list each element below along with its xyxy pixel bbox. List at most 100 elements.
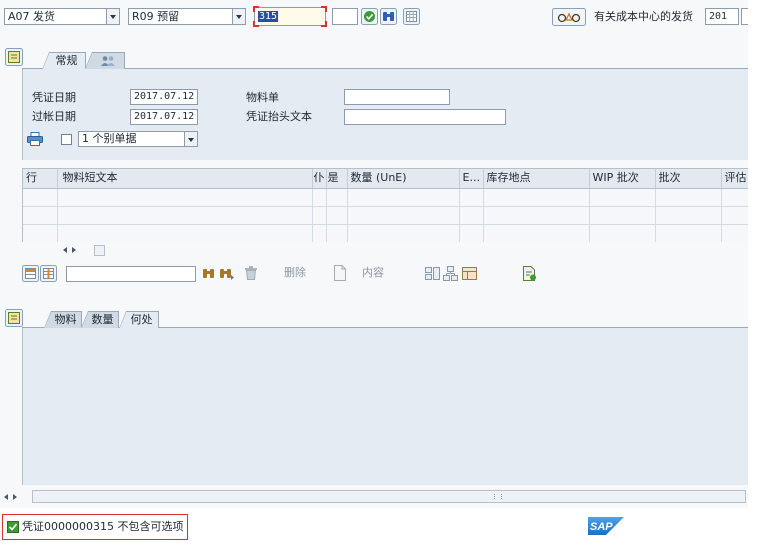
material-slip-label: 物料单 (246, 91, 279, 104)
column-header[interactable]: 评估 (721, 169, 748, 189)
table-cell[interactable] (312, 206, 327, 225)
detail-toggle-icon[interactable] (5, 309, 23, 327)
table-cell[interactable] (312, 188, 327, 207)
material-slip-input[interactable] (344, 89, 450, 105)
table-cell[interactable] (459, 206, 484, 225)
reference-select[interactable]: R09 预留 (128, 8, 246, 25)
table-cell[interactable] (326, 188, 348, 207)
table-cell[interactable] (57, 224, 313, 242)
hierarchy-icon[interactable] (442, 265, 459, 282)
table-cell[interactable] (655, 224, 722, 242)
table-cell[interactable] (459, 188, 484, 207)
select-all-icon[interactable] (22, 265, 39, 282)
status-message[interactable]: 凭证0000000315 不包含可选项 (2, 514, 188, 540)
table-cell[interactable] (57, 188, 313, 207)
overview-toggle-icon[interactable] (5, 48, 23, 66)
tab-general[interactable]: 常规 (42, 52, 86, 70)
next-field-edge[interactable] (741, 8, 748, 25)
column-header[interactable]: 行 (23, 169, 58, 189)
column-scroll-box[interactable] (94, 245, 105, 256)
scroll-left-icon[interactable] (63, 247, 67, 253)
display-glasses-icon[interactable] (552, 8, 586, 26)
success-check-icon (7, 521, 19, 533)
table-cell[interactable] (589, 188, 656, 207)
find-next-icon[interactable] (218, 265, 235, 282)
scroll-left-icon[interactable] (4, 494, 8, 500)
posting-date-input[interactable]: 2017.07.12 (130, 109, 198, 125)
table-cell[interactable] (655, 188, 722, 207)
tab-where[interactable]: 何处 (119, 311, 159, 329)
document-check-icon[interactable] (521, 265, 538, 282)
column-header[interactable]: 数量 (UnE) (347, 169, 460, 189)
print-checkbox[interactable] (61, 134, 72, 145)
table-cell[interactable] (326, 224, 348, 242)
doc-date-input[interactable]: 2017.07.12 (130, 89, 198, 105)
table-cell[interactable] (459, 224, 484, 242)
table-cell[interactable] (347, 224, 460, 242)
scroll-right-icon[interactable] (13, 494, 17, 500)
table-row[interactable] (23, 188, 748, 207)
reference-select-value: R09 预留 (132, 10, 180, 23)
table-cell[interactable] (312, 224, 327, 242)
column-header[interactable]: 是 (326, 169, 348, 189)
printer-icon[interactable] (27, 132, 43, 146)
movement-type-input[interactable]: 315 (253, 6, 327, 27)
scroll-right-icon[interactable] (72, 247, 76, 253)
table-cell[interactable] (655, 206, 722, 225)
table-cell[interactable] (483, 224, 590, 242)
chevron-down-icon[interactable] (232, 9, 245, 24)
table-header-row: 行物料短文本仆是数量 (UnE) E... 库存地点 WIP 批次 批次 评估 (23, 169, 748, 189)
table-cell[interactable] (483, 206, 590, 225)
doc-date-label: 凭证日期 (32, 91, 76, 104)
table-row[interactable] (23, 224, 748, 242)
layout-icon[interactable] (461, 265, 478, 282)
cost-center-input[interactable]: 201 (705, 8, 739, 25)
focus-corner (321, 21, 327, 27)
status-message-text: 凭证0000000315 不包含可选项 (22, 520, 184, 533)
table-row[interactable] (23, 206, 748, 225)
document-icon (334, 265, 346, 281)
binoculars-icon[interactable] (380, 8, 397, 25)
table-cell[interactable] (721, 224, 748, 242)
header-text-input[interactable] (344, 109, 506, 125)
table-cell[interactable] (347, 188, 460, 207)
deselect-all-icon[interactable] (40, 265, 57, 282)
content-button[interactable]: 内容 (331, 264, 411, 282)
table-cell[interactable] (589, 206, 656, 225)
column-header[interactable]: WIP 批次 (589, 169, 656, 189)
execute-check-icon[interactable] (361, 8, 378, 25)
table-cell[interactable] (57, 206, 313, 225)
table-cell[interactable] (721, 188, 748, 207)
table-cell[interactable] (589, 224, 656, 242)
horizontal-scrollbar[interactable] (32, 490, 746, 503)
table-cell[interactable] (23, 224, 58, 242)
print-option-select[interactable]: 1 个别单据 (78, 131, 198, 147)
column-header[interactable]: 批次 (655, 169, 722, 189)
table-cell[interactable] (347, 206, 460, 225)
find-icon[interactable] (200, 265, 217, 282)
delete-button[interactable]: 删除 (242, 264, 322, 282)
table-cell[interactable] (326, 206, 348, 225)
scrollbar-grip[interactable] (494, 494, 502, 499)
split-item-icon[interactable] (424, 265, 441, 282)
table-cell[interactable] (23, 188, 58, 207)
table-cell[interactable] (23, 206, 58, 225)
tab-partner[interactable] (85, 52, 125, 69)
item-search-input[interactable] (66, 266, 196, 282)
chevron-down-icon[interactable] (184, 132, 197, 146)
delete-label: 删除 (284, 266, 306, 279)
column-header[interactable]: E... (459, 169, 484, 189)
column-header[interactable]: 库存地点 (483, 169, 590, 189)
trash-icon (245, 266, 257, 280)
sap-logo-text: SAP (590, 521, 613, 533)
column-header[interactable]: 物料短文本 (57, 169, 313, 189)
grid-icon[interactable] (403, 8, 420, 25)
table-cell[interactable] (721, 206, 748, 225)
table-cell[interactable] (483, 188, 590, 207)
action-select[interactable]: A07 发货 (4, 8, 120, 25)
chevron-down-icon[interactable] (106, 9, 119, 24)
partner-icon (100, 56, 115, 66)
column-header[interactable]: 仆 (312, 169, 327, 189)
extra-input[interactable] (332, 8, 358, 25)
action-select-value: A07 发货 (8, 10, 56, 23)
